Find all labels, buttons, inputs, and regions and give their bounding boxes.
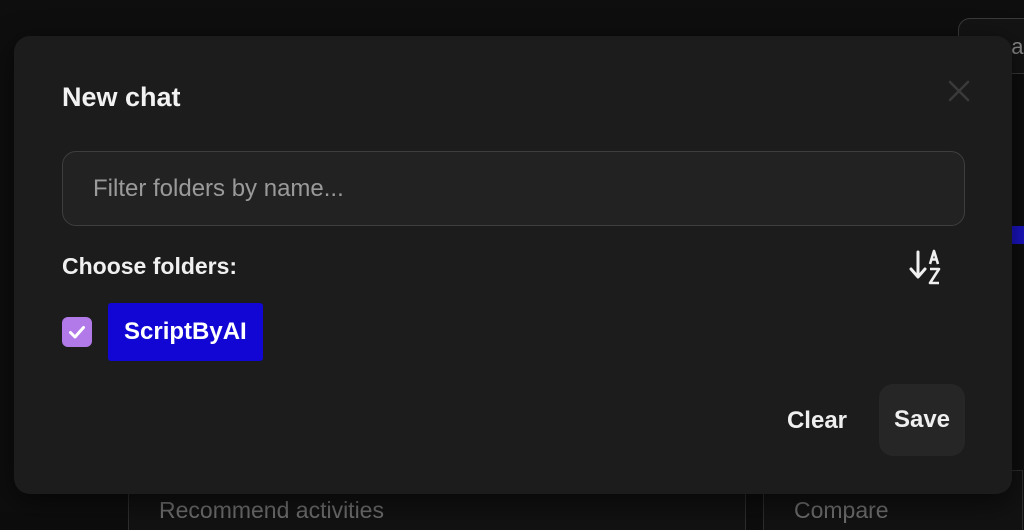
background-card-text: Recommend activities bbox=[159, 497, 384, 523]
folder-filter-input[interactable] bbox=[62, 151, 965, 226]
background-card-text: Compare bbox=[794, 497, 889, 523]
sort-alphabetical-button[interactable] bbox=[906, 246, 948, 288]
new-chat-dialog: New chat Choose folders: ScriptByAI Clea… bbox=[14, 36, 1012, 494]
background-accent-bar bbox=[1012, 226, 1024, 244]
save-button[interactable]: Save bbox=[879, 384, 965, 456]
folder-list-item: ScriptByAI bbox=[62, 303, 263, 361]
folder-checkbox[interactable] bbox=[62, 317, 92, 347]
sort-alpha-down-icon bbox=[909, 249, 941, 285]
close-button[interactable] bbox=[944, 76, 974, 106]
folder-name-chip[interactable]: ScriptByAI bbox=[108, 303, 263, 361]
choose-folders-label: Choose folders: bbox=[62, 253, 238, 279]
clear-button[interactable]: Clear bbox=[774, 386, 860, 456]
close-icon bbox=[948, 80, 970, 102]
checkmark-icon bbox=[69, 326, 85, 339]
dialog-title: New chat bbox=[62, 82, 181, 112]
